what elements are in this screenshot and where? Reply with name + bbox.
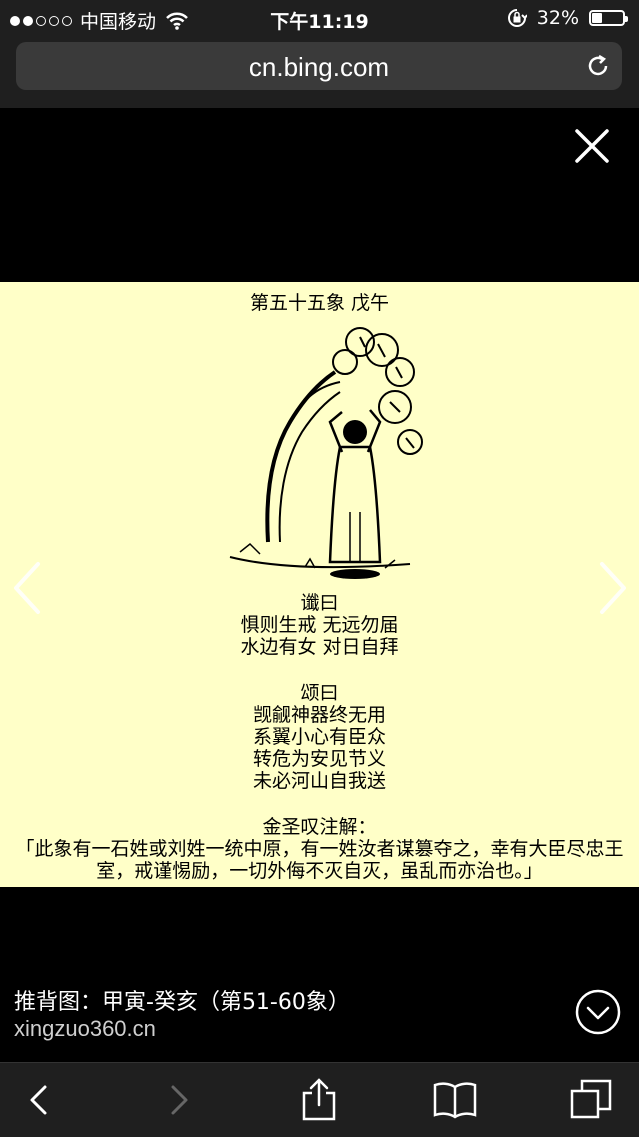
verse-line: 转危为安见节义 (252, 748, 386, 770)
commentary-heading: 金圣叹注解： (262, 816, 377, 838)
prophecy-line: 惧则生戒 无远勿届 (240, 614, 399, 636)
bookmarks-icon[interactable] (432, 1077, 478, 1123)
battery-icon (589, 10, 628, 26)
prophecy-line: 水边有女 对日自拜 (240, 636, 399, 658)
reload-icon[interactable] (584, 52, 612, 80)
prophecy-heading: 谶曰 (300, 592, 339, 614)
image-source-link[interactable]: xingzuo360.cn (14, 1016, 156, 1042)
back-icon[interactable] (16, 1077, 62, 1123)
image-caption-title[interactable]: 推背图：甲寅-癸亥（第51-60象） (14, 984, 350, 1016)
battery-percent: 32% (536, 7, 579, 29)
address-bar[interactable]: cn.bing.com (16, 42, 622, 90)
share-icon[interactable] (296, 1077, 342, 1123)
verse-heading: 颂曰 (300, 682, 339, 704)
image-viewer[interactable]: 第五十五象 戊午 谶曰 惧则生戒 无远勿届 水边有女 对日自拜 颂曰 觊觎神器终… (0, 282, 639, 887)
tabs-icon[interactable] (568, 1077, 614, 1123)
address-bar-container: cn.bing.com (0, 36, 639, 108)
previous-image-icon[interactable] (10, 560, 44, 616)
commentary-line: 「此象有一石姓或刘姓一统中原，有一姓汝者谋篡夺之，幸有大臣尽忠王 (15, 838, 624, 860)
status-bar: 中国移动 下午11:19 32% (0, 0, 639, 36)
verse-line: 系翼小心有臣众 (252, 726, 386, 748)
commentary-line: 室，戒谨惕励，一切外侮不灭自灭，虽乱而亦治也。」 (96, 860, 543, 882)
next-image-icon[interactable] (596, 560, 630, 616)
browser-toolbar (0, 1062, 639, 1137)
rotation-lock-icon (507, 9, 527, 27)
battery-level (592, 13, 602, 23)
illustration (229, 327, 423, 579)
close-icon[interactable] (572, 126, 612, 166)
forward-icon[interactable] (156, 1077, 202, 1123)
verse-line: 觊觎神器终无用 (252, 704, 386, 726)
image-title: 第五十五象 戊午 (249, 292, 390, 314)
chevron-down-icon[interactable] (574, 988, 622, 1036)
url-text[interactable]: cn.bing.com (16, 52, 622, 83)
verse-line: 未必河山自我送 (252, 770, 386, 792)
status-right: 32% (507, 7, 628, 29)
